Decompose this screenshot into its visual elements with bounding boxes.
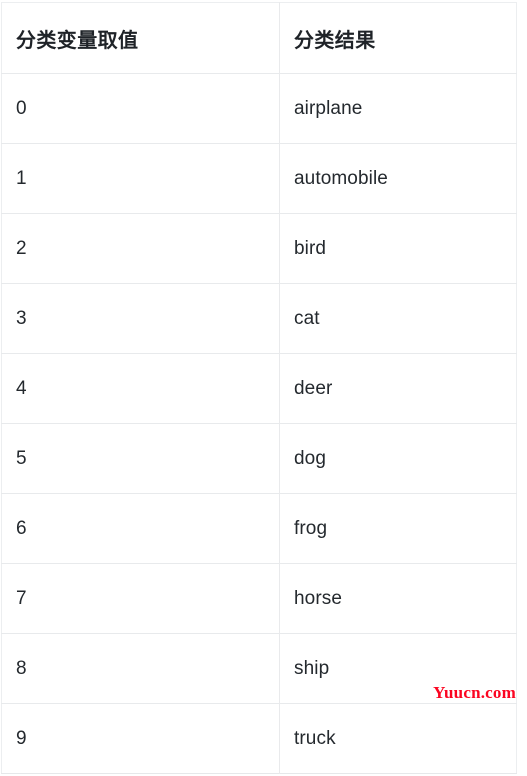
cell-result-text: truck [294, 727, 336, 749]
classification-mapping-table: 分类变量取值 分类结果 0 airplane 1 automobile 2 bi… [1, 2, 517, 774]
table-row: 6 frog [1, 493, 517, 564]
cell-value: 7 [1, 563, 280, 634]
table-body: 0 airplane 1 automobile 2 bird 3 cat 4 d… [1, 73, 517, 774]
cell-value: 4 [1, 353, 280, 424]
cell-value: 3 [1, 283, 280, 354]
table-row: 7 horse [1, 563, 517, 634]
cell-value: 9 [1, 703, 280, 774]
cell-result: truck Yuucn.com [280, 683, 517, 774]
cell-result: dog [279, 423, 517, 494]
watermark-label: Yuucn.com [433, 683, 516, 702]
cell-result: cat [279, 283, 517, 354]
column-header-result: 分类结果 [279, 2, 517, 74]
cell-value: 8 [1, 633, 280, 704]
cell-result: horse [279, 563, 517, 634]
cell-value: 0 [1, 73, 280, 144]
table-row: 0 airplane [1, 73, 517, 144]
table-header: 分类变量取值 分类结果 [1, 2, 517, 74]
cell-result: deer [279, 353, 517, 424]
table-row: 1 automobile [1, 143, 517, 214]
table-row: 2 bird [1, 213, 517, 284]
cell-result: airplane [279, 73, 517, 144]
page-root: 分类变量取值 分类结果 0 airplane 1 automobile 2 bi… [0, 0, 527, 776]
table-row: 4 deer [1, 353, 517, 424]
cell-result: frog [279, 493, 517, 564]
table-row: 3 cat [1, 283, 517, 354]
cell-value: 5 [1, 423, 280, 494]
cell-value: 2 [1, 213, 280, 284]
column-header-value: 分类变量取值 [1, 2, 280, 74]
cell-value: 6 [1, 493, 280, 564]
table-row: 9 truck Yuucn.com [1, 683, 517, 774]
table-container: 分类变量取值 分类结果 0 airplane 1 automobile 2 bi… [1, 2, 517, 774]
table-header-row: 分类变量取值 分类结果 [1, 2, 517, 74]
cell-result: bird [279, 213, 517, 284]
cell-value: 1 [1, 143, 280, 214]
table-row: 5 dog [1, 423, 517, 494]
cell-result: automobile [279, 143, 517, 214]
